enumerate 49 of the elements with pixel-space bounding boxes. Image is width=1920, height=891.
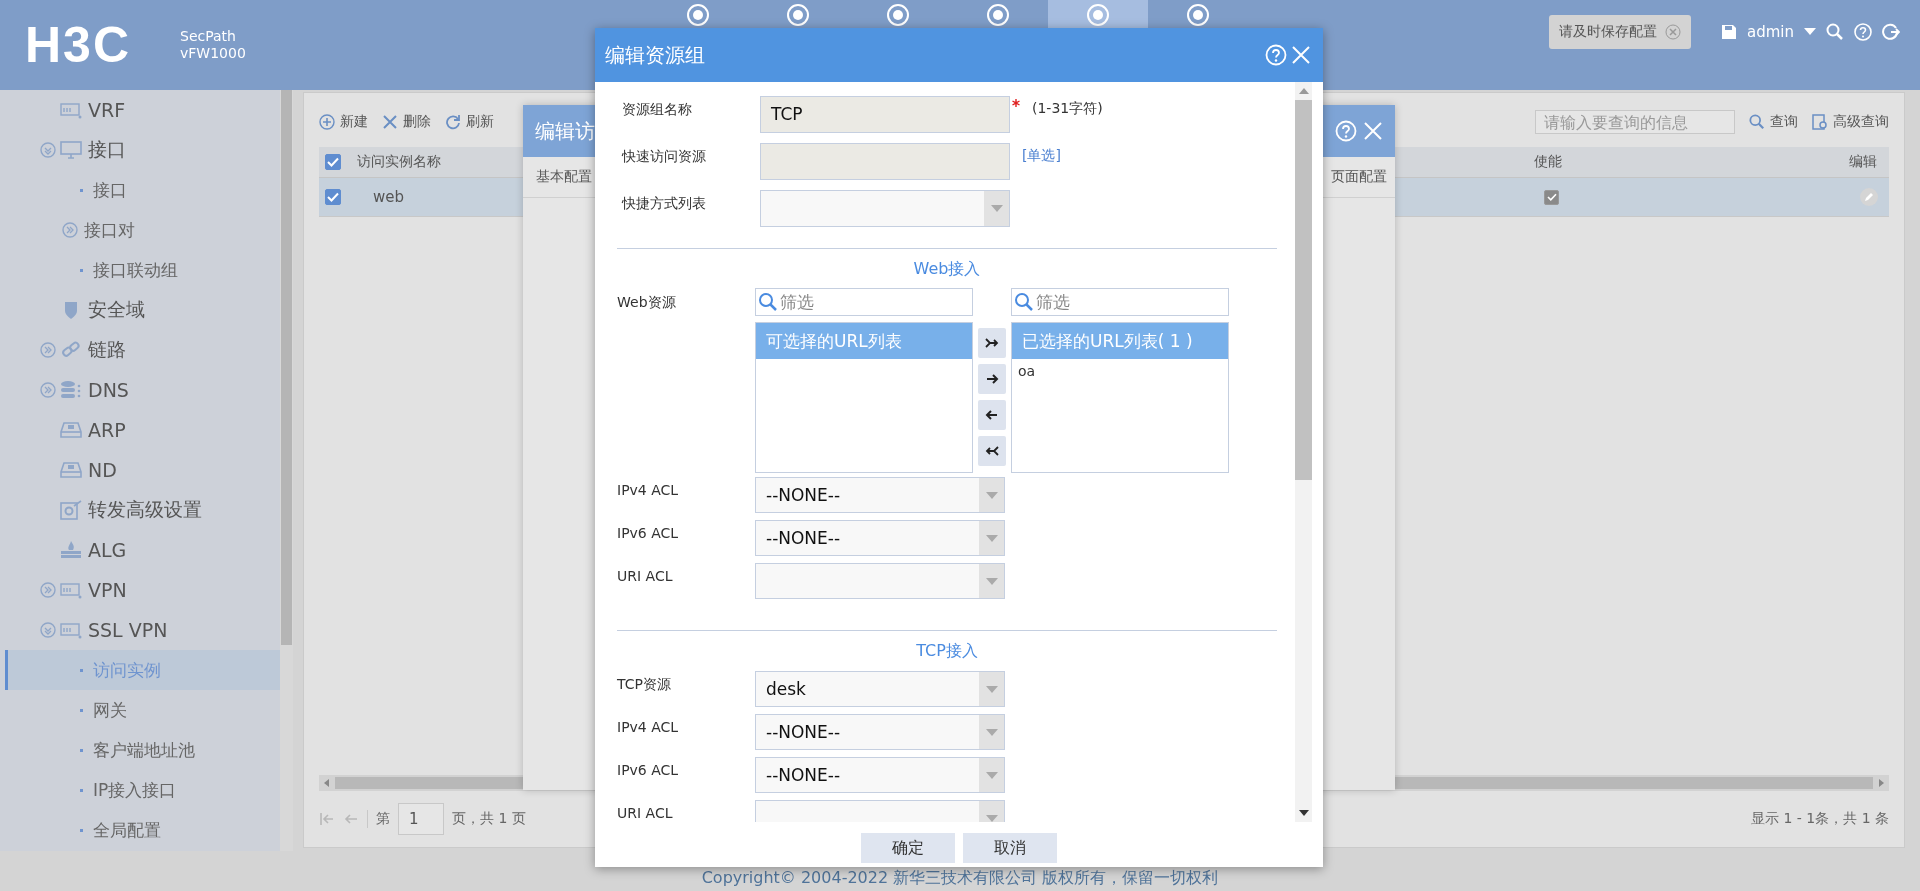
item-label: IP接入接口 — [93, 778, 177, 802]
column-header: 编辑 — [1849, 153, 1878, 171]
item-label: 接口联动组 — [93, 258, 178, 282]
field-label: 快捷方式列表 — [620, 194, 707, 213]
field-label: URI ACL — [617, 804, 674, 821]
copyright-text: Copyright© 2004-2022 新华三技术有限公司 版权所有，保留一切权利 — [701, 868, 1219, 889]
product-name: SecPath — [180, 28, 237, 45]
field-label: 资源组名称 — [621, 100, 693, 119]
reminder-text: 请及时保存配置 — [1559, 23, 1657, 41]
item-label: 链路 — [88, 337, 126, 362]
list-header: 已选择的URL列表( 1 ) — [1012, 323, 1228, 359]
item-label: VRF — [88, 99, 126, 121]
item-label: VPN — [88, 579, 127, 601]
item-label: ALG — [88, 539, 127, 561]
list-header: 可选择的URL列表 — [756, 323, 972, 359]
section-title: Web接入 — [912, 258, 982, 280]
field-label: IPv4 ACL — [617, 481, 680, 498]
field-label: 快速访问资源 — [620, 147, 707, 166]
item-label: 访问实例 — [93, 658, 161, 682]
item-label: ARP — [88, 419, 126, 441]
page-label: 第 — [376, 810, 390, 828]
column-header: 使能 — [1534, 153, 1563, 171]
record-summary: 显示 1 - 1条，共 1 条 — [1750, 810, 1889, 828]
item-label: 接口 — [93, 178, 127, 202]
field-label: IPv6 ACL — [617, 524, 680, 541]
item-label: ND — [88, 459, 117, 481]
field-label: URI ACL — [617, 567, 674, 584]
item-label: 接口 — [88, 137, 126, 162]
field-label: IPv4 ACL — [617, 718, 680, 735]
page-count: 页，共 1 页 — [452, 810, 526, 828]
item-label: 全局配置 — [93, 818, 161, 842]
item-label: DNS — [88, 379, 129, 401]
model-name: vFW1000 — [180, 45, 246, 62]
dialog-title: 编辑访 — [535, 117, 595, 145]
column-header: 访问实例名称 — [357, 153, 441, 171]
length-hint: (1-31字符) — [1032, 100, 1103, 118]
item-label: SSL VPN — [88, 619, 168, 641]
item-label: 网关 — [93, 698, 127, 722]
field-label: IPv6 ACL — [617, 761, 680, 778]
section-title: TCP接入 — [915, 640, 979, 662]
field-label: TCP资源 — [617, 675, 672, 694]
item-label: 转发高级设置 — [88, 497, 202, 522]
dialog-title: 编辑资源组 — [605, 41, 705, 69]
field-label: Web资源 — [617, 293, 677, 312]
item-label: 安全域 — [88, 297, 145, 322]
table-cell: web — [373, 188, 405, 206]
item-label: 接口对 — [84, 218, 135, 242]
item-label: 客户端地址池 — [93, 738, 195, 762]
logo: H3C — [25, 16, 133, 74]
